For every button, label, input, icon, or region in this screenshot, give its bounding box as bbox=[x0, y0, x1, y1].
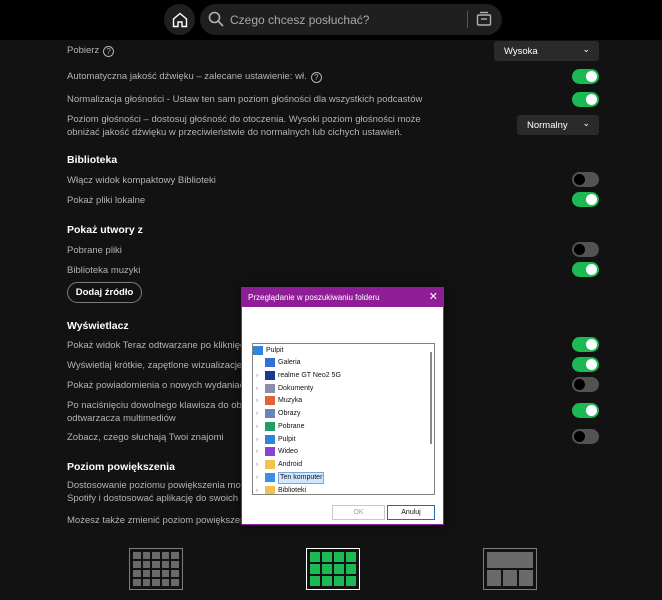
download-quality-label: Pobierz? bbox=[67, 44, 115, 57]
folder-icon bbox=[265, 460, 275, 469]
tree-item-label: Dokumenty bbox=[278, 384, 314, 392]
media-key-label: Po naciśnięciu dowolnego klawisza do obs… bbox=[67, 400, 249, 424]
desktop-icon bbox=[265, 434, 275, 444]
canvas-toggle[interactable] bbox=[572, 357, 599, 372]
library-section-title: Biblioteka bbox=[67, 154, 118, 166]
chevron-right-icon[interactable]: › bbox=[256, 434, 258, 446]
tree-item-label: Ten komputer bbox=[278, 471, 325, 484]
chevron-right-icon[interactable]: › bbox=[256, 472, 258, 484]
friends-activity-toggle[interactable] bbox=[572, 429, 599, 444]
normalization-toggle[interactable] bbox=[572, 92, 599, 107]
now-playing-label: Pokaż widok Teraz odtwarzane po kliknięc… bbox=[67, 340, 253, 351]
pictures-icon bbox=[265, 409, 275, 418]
gallery-icon bbox=[265, 358, 275, 367]
chevron-right-icon[interactable]: › bbox=[256, 383, 258, 395]
volume-level-label: Poziom głośności – dostosuj głośność do … bbox=[67, 114, 421, 138]
tree-item-label: realme GT Neo2 5G bbox=[278, 371, 341, 379]
video-icon bbox=[265, 447, 275, 457]
ok-button[interactable]: OK bbox=[332, 505, 385, 520]
friends-activity-label: Zobacz, czego słuchają Twoi znajomi bbox=[67, 432, 224, 443]
media-key-toggle[interactable] bbox=[572, 403, 599, 418]
add-source-button[interactable]: Dodaj źródło bbox=[67, 282, 142, 303]
downloads-label: Pobrane pliki bbox=[67, 245, 122, 256]
compact-library-label: Włącz widok kompaktowy Biblioteki bbox=[67, 175, 216, 186]
zoom-section-title: Poziom powiększenia bbox=[67, 461, 175, 473]
chevron-down-icon: ⌄ bbox=[582, 118, 590, 128]
music-library-label: Biblioteka muzyki bbox=[67, 265, 141, 276]
chevron-right-icon[interactable]: › bbox=[256, 370, 258, 382]
display-section-title: Wyświetlacz bbox=[67, 320, 129, 332]
desktop-icon bbox=[253, 346, 263, 355]
tree-item-label: Galeria bbox=[278, 359, 301, 366]
documents-icon bbox=[265, 383, 275, 393]
zoom-change-hint: Możesz także zmienić poziom powiększenia bbox=[67, 515, 253, 526]
chevron-right-icon[interactable]: › bbox=[256, 485, 258, 495]
music-library-toggle[interactable] bbox=[572, 262, 599, 277]
top-bar: Czego chcesz posłuchać? bbox=[0, 0, 662, 40]
now-playing-toggle[interactable] bbox=[572, 337, 599, 352]
tree-item-label: Pobrane bbox=[278, 422, 305, 430]
search-input[interactable]: Czego chcesz posłuchać? bbox=[230, 13, 369, 27]
release-notifications-toggle[interactable] bbox=[572, 377, 599, 392]
search-icon bbox=[208, 11, 224, 27]
browse-folder-dialog: Przeglądanie w poszukiwaniu folderu ✕ Pu… bbox=[241, 287, 444, 525]
browse-icon[interactable] bbox=[476, 11, 492, 27]
search-bar[interactable]: Czego chcesz posłuchać? bbox=[200, 4, 502, 35]
local-files-toggle[interactable] bbox=[572, 192, 599, 207]
chevron-down-icon: ⌄ bbox=[582, 44, 590, 54]
tree-item-label: Muzyka bbox=[278, 397, 303, 405]
local-files-label: Pokaż pliki lokalne bbox=[67, 195, 146, 206]
chevron-right-icon[interactable]: › bbox=[256, 421, 258, 433]
tree-item-label: Pulpit bbox=[278, 435, 296, 443]
tree-item-label: Obrazy bbox=[278, 410, 301, 417]
tree-scrollbar[interactable] bbox=[430, 352, 432, 444]
chevron-right-icon[interactable]: › bbox=[256, 459, 258, 471]
phone-icon bbox=[265, 370, 275, 380]
chevron-right-icon[interactable]: › bbox=[256, 408, 258, 420]
canvas-label: Wyświetlaj krótkie, zapętlone wizualizac… bbox=[67, 360, 251, 371]
search-divider bbox=[467, 11, 468, 28]
zoom-large-option[interactable] bbox=[483, 548, 537, 590]
release-notifications-label: Pokaż powiadomienia o nowych wydaniach bbox=[67, 380, 250, 391]
info-icon[interactable]: ? bbox=[310, 72, 322, 83]
tree-item-label: Android bbox=[278, 461, 303, 468]
zoom-description: Dostosowanie poziomu powiększenia moż Spo… bbox=[67, 480, 250, 504]
tree-item-label: Wideo bbox=[278, 448, 298, 456]
show-from-section-title: Pokaż utwory z bbox=[67, 224, 143, 236]
chevron-right-icon[interactable]: › bbox=[256, 395, 258, 407]
download-quality-select[interactable]: Wysoka ⌄ bbox=[494, 41, 599, 61]
normalization-label: Normalizacja głośności - Ustaw ten sam p… bbox=[67, 94, 423, 105]
folder-tree[interactable]: Pulpit Galeria › realme GT Neo2 5G › Dokumen… bbox=[252, 343, 435, 495]
info-icon[interactable]: ? bbox=[103, 46, 115, 57]
dialog-title: Przeglądanie w poszukiwaniu folderu bbox=[242, 288, 443, 307]
downloads-icon bbox=[265, 421, 275, 431]
auto-quality-toggle[interactable] bbox=[572, 69, 599, 84]
compact-library-toggle[interactable] bbox=[572, 172, 599, 187]
auto-quality-label: Automatyczna jakość dźwięku – zalecane u… bbox=[67, 70, 322, 83]
computer-icon bbox=[265, 472, 275, 482]
tree-item-label: Biblioteki bbox=[278, 486, 307, 494]
volume-level-select[interactable]: Normalny ⌄ bbox=[517, 115, 599, 135]
zoom-default-option[interactable] bbox=[306, 548, 360, 590]
close-icon[interactable]: ✕ bbox=[429, 288, 438, 307]
folder-icon bbox=[265, 485, 275, 494]
downloads-toggle[interactable] bbox=[572, 242, 599, 257]
music-icon bbox=[265, 396, 275, 406]
zoom-small-option[interactable] bbox=[129, 548, 183, 590]
cancel-button[interactable]: Anuluj bbox=[387, 505, 435, 520]
chevron-right-icon[interactable]: › bbox=[256, 446, 258, 458]
home-button[interactable] bbox=[164, 4, 195, 35]
home-icon bbox=[172, 12, 187, 27]
